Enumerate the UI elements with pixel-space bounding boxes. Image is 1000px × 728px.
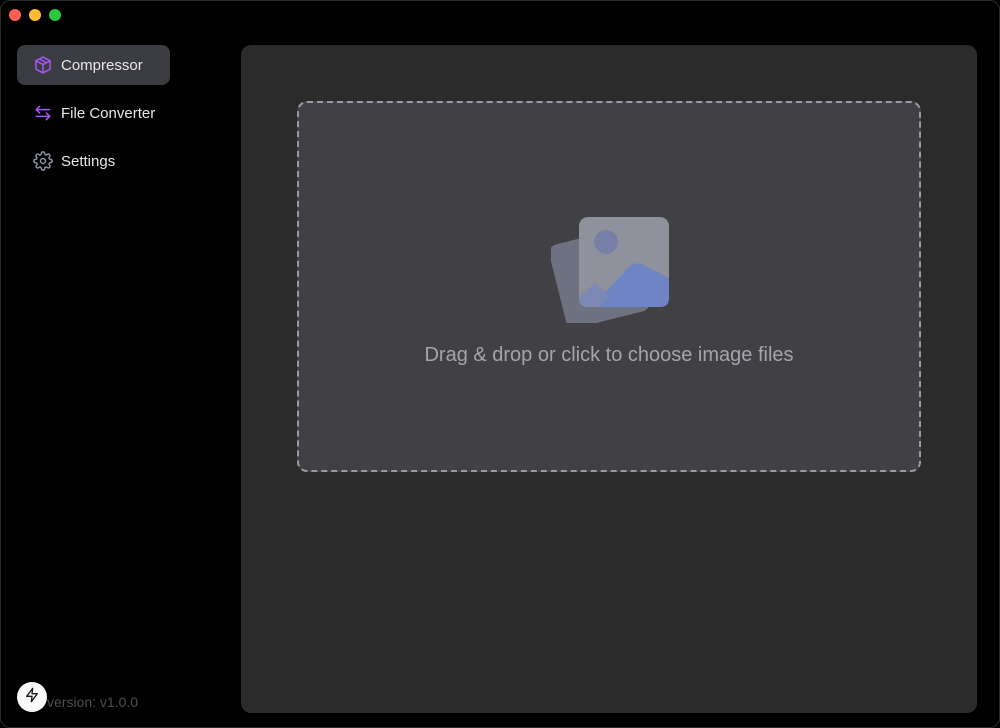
sidebar-item-compressor[interactable]: Compressor [17, 45, 170, 85]
version-label: version: v1.0.0 [47, 694, 139, 710]
sidebar-item-settings[interactable]: Settings [17, 141, 170, 181]
sidebar-item-file-converter[interactable]: File Converter [17, 93, 170, 133]
app-window: Compressor File Converter Settings versi… [0, 0, 1000, 728]
sidebar-item-label: Compressor [61, 56, 143, 74]
images-icon [549, 213, 675, 329]
gear-icon [33, 151, 53, 171]
image-dropzone[interactable]: Drag & drop or click to choose image fil… [297, 101, 921, 472]
sidebar-item-label: Settings [61, 152, 116, 170]
sidebar: Compressor File Converter Settings versi… [1, 1, 231, 727]
bolt-icon [24, 687, 40, 708]
sidebar-item-label: File Converter [61, 104, 156, 122]
main-panel: Drag & drop or click to choose image fil… [241, 45, 977, 713]
sidebar-nav: Compressor File Converter Settings [17, 45, 170, 189]
arrows-swap-icon [33, 103, 53, 123]
package-icon [33, 55, 53, 75]
bolt-button[interactable] [17, 682, 47, 712]
dropzone-text: Drag & drop or click to choose image fil… [424, 344, 794, 366]
